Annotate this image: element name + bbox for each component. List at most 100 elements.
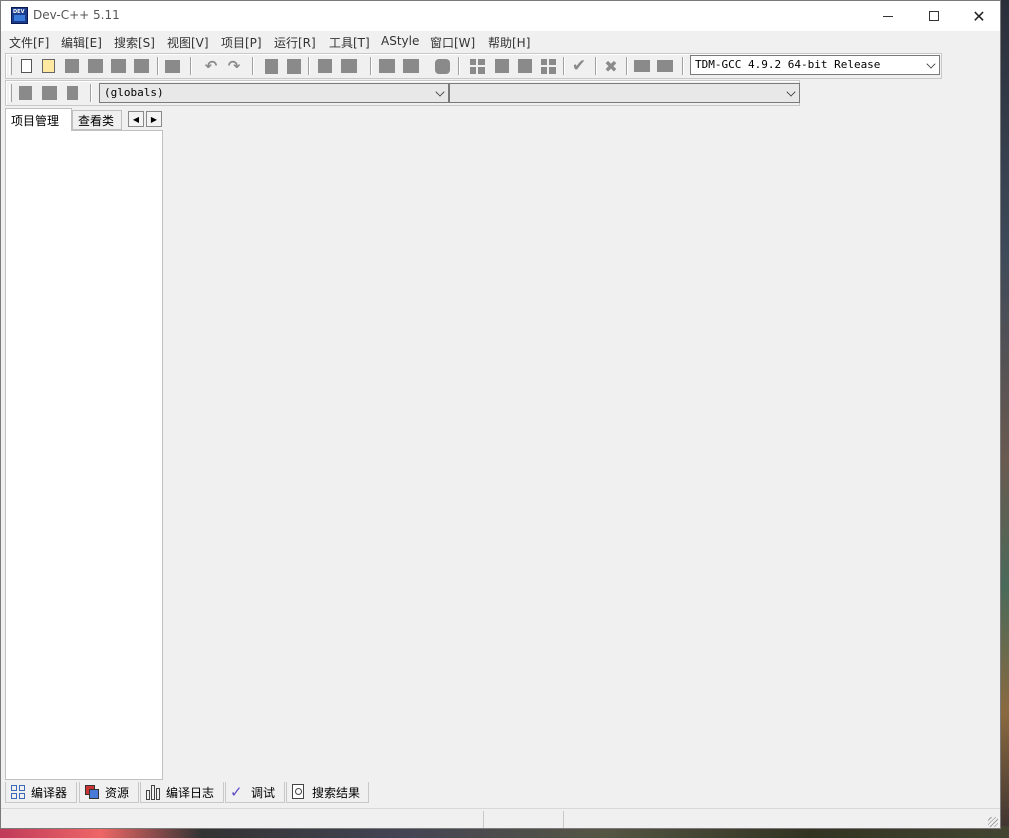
debug-icon bbox=[634, 60, 650, 72]
window-title: Dev-C++ 5.11 bbox=[33, 8, 120, 22]
title-bar[interactable]: Dev-C++ 5.11 ✕ bbox=[1, 1, 1000, 31]
new-project-icon bbox=[379, 59, 395, 73]
close-icon: ✕ bbox=[972, 6, 986, 26]
open-file-button[interactable] bbox=[39, 57, 57, 75]
resize-grip-icon[interactable] bbox=[988, 817, 998, 827]
check-icon: ✔ bbox=[571, 56, 587, 76]
menu-project[interactable]: 项目[P] bbox=[221, 34, 262, 51]
new-project-button[interactable] bbox=[378, 57, 396, 75]
goto-bookmark-icon bbox=[66, 86, 78, 100]
find-icon bbox=[264, 58, 278, 74]
scope-select-value: (globals) bbox=[104, 86, 164, 99]
tab-scroll-left-button[interactable]: ◀ bbox=[128, 111, 144, 127]
menu-file[interactable]: 文件[F] bbox=[9, 34, 49, 51]
redo-button[interactable]: ↷ bbox=[225, 57, 243, 75]
menu-help[interactable]: 帮助[H] bbox=[488, 34, 530, 51]
find-next-button[interactable] bbox=[316, 57, 334, 75]
bookmark-icon bbox=[41, 86, 57, 100]
insert-button[interactable] bbox=[16, 84, 34, 102]
tab-resources[interactable]: 资源 bbox=[79, 782, 139, 803]
save-all-icon bbox=[87, 59, 103, 73]
goto-line-button[interactable] bbox=[340, 57, 358, 75]
status-bar bbox=[1, 808, 1000, 828]
toolbar-grip[interactable] bbox=[9, 84, 12, 102]
chevron-down-icon bbox=[435, 87, 445, 97]
tab-debug[interactable]: ✓ 调试 bbox=[225, 782, 285, 803]
app-window: Dev-C++ 5.11 ✕ 文件[F] 编辑[E] 搜索[S] 视图[V] 项… bbox=[0, 0, 1001, 829]
compiler-grid-icon bbox=[10, 784, 26, 800]
maximize-button[interactable] bbox=[911, 1, 957, 31]
toolbar-separator bbox=[370, 57, 372, 75]
replace-button[interactable] bbox=[285, 57, 303, 75]
undo-icon: ↶ bbox=[204, 57, 218, 75]
rebuild-all-button[interactable] bbox=[539, 57, 557, 75]
tab-compiler-label: 编译器 bbox=[31, 785, 68, 800]
toolbar-separator bbox=[563, 57, 565, 75]
tab-scroll-right-button[interactable]: ▶ bbox=[146, 111, 162, 127]
compile-icon bbox=[469, 58, 485, 74]
toolbar-separator bbox=[157, 57, 159, 75]
tab-compile-log[interactable]: 编译日志 bbox=[140, 782, 224, 803]
bar-chart-icon bbox=[145, 784, 161, 800]
devcpp-app-icon[interactable] bbox=[11, 7, 28, 24]
compile-run-icon bbox=[518, 59, 532, 73]
find-button[interactable] bbox=[262, 57, 280, 75]
menu-tools[interactable]: 工具[T] bbox=[329, 34, 370, 51]
menu-astyle[interactable]: AStyle bbox=[381, 34, 419, 48]
print-button[interactable] bbox=[163, 57, 181, 75]
toolbar-separator bbox=[252, 57, 254, 75]
menu-view[interactable]: 视图[V] bbox=[167, 34, 209, 51]
save-all-button[interactable] bbox=[86, 57, 104, 75]
tab-search-results[interactable]: 搜索结果 bbox=[286, 782, 369, 803]
close-file-icon bbox=[110, 59, 126, 73]
profile-button[interactable] bbox=[656, 57, 674, 75]
minimize-icon bbox=[883, 15, 893, 17]
arrow-left-icon: ◀ bbox=[132, 114, 140, 124]
status-divider bbox=[563, 811, 564, 828]
toolbar-separator bbox=[595, 57, 597, 75]
undo-button[interactable]: ↶ bbox=[202, 57, 220, 75]
debug-button[interactable] bbox=[633, 57, 651, 75]
project-options-button[interactable] bbox=[433, 57, 451, 75]
save-icon bbox=[65, 59, 79, 73]
close-all-icon bbox=[133, 59, 149, 73]
run-button[interactable] bbox=[493, 57, 511, 75]
menu-run[interactable]: 运行[R] bbox=[274, 34, 316, 51]
chevron-down-icon bbox=[786, 87, 796, 97]
save-button[interactable] bbox=[63, 57, 81, 75]
compile-button[interactable] bbox=[468, 57, 486, 75]
toolbar-grip[interactable] bbox=[9, 57, 12, 75]
goto-line-icon bbox=[341, 59, 357, 73]
menu-edit[interactable]: 编辑[E] bbox=[61, 34, 102, 51]
clean-button[interactable]: ✖ bbox=[602, 57, 620, 76]
minimize-button[interactable] bbox=[865, 1, 911, 31]
member-select[interactable] bbox=[449, 83, 800, 103]
tab-class-browser[interactable]: 查看类 bbox=[72, 110, 122, 130]
goto-bookmark-button[interactable] bbox=[63, 84, 81, 102]
menu-window[interactable]: 窗口[W] bbox=[430, 34, 475, 51]
syntax-check-button[interactable]: ✔ bbox=[570, 56, 588, 76]
insert-icon bbox=[18, 86, 32, 100]
toolbar-separator bbox=[190, 57, 192, 75]
close-file-button[interactable] bbox=[109, 57, 127, 75]
tab-project-manager[interactable]: 项目管理 bbox=[5, 108, 72, 131]
open-file-icon bbox=[41, 59, 55, 73]
toolbar-separator bbox=[626, 57, 628, 75]
menu-search[interactable]: 搜索[S] bbox=[114, 34, 155, 51]
resources-icon bbox=[84, 784, 100, 800]
add-to-project-icon bbox=[403, 59, 419, 73]
replace-icon bbox=[287, 58, 301, 74]
toggle-bookmark-button[interactable] bbox=[40, 84, 58, 102]
compiler-select[interactable]: TDM-GCC 4.9.2 64-bit Release bbox=[690, 55, 940, 75]
scope-select[interactable]: (globals) bbox=[99, 83, 449, 103]
tab-compiler[interactable]: 编译器 bbox=[5, 782, 77, 803]
project-options-icon bbox=[434, 58, 450, 74]
project-tree-panel[interactable] bbox=[5, 130, 163, 780]
new-file-button[interactable] bbox=[17, 57, 35, 75]
add-to-project-button[interactable] bbox=[402, 57, 420, 75]
close-button[interactable]: ✕ bbox=[956, 1, 1000, 31]
close-all-button[interactable] bbox=[132, 57, 150, 75]
redo-icon: ↷ bbox=[227, 57, 241, 75]
chevron-down-icon bbox=[926, 59, 936, 69]
compile-run-button[interactable] bbox=[516, 57, 534, 75]
